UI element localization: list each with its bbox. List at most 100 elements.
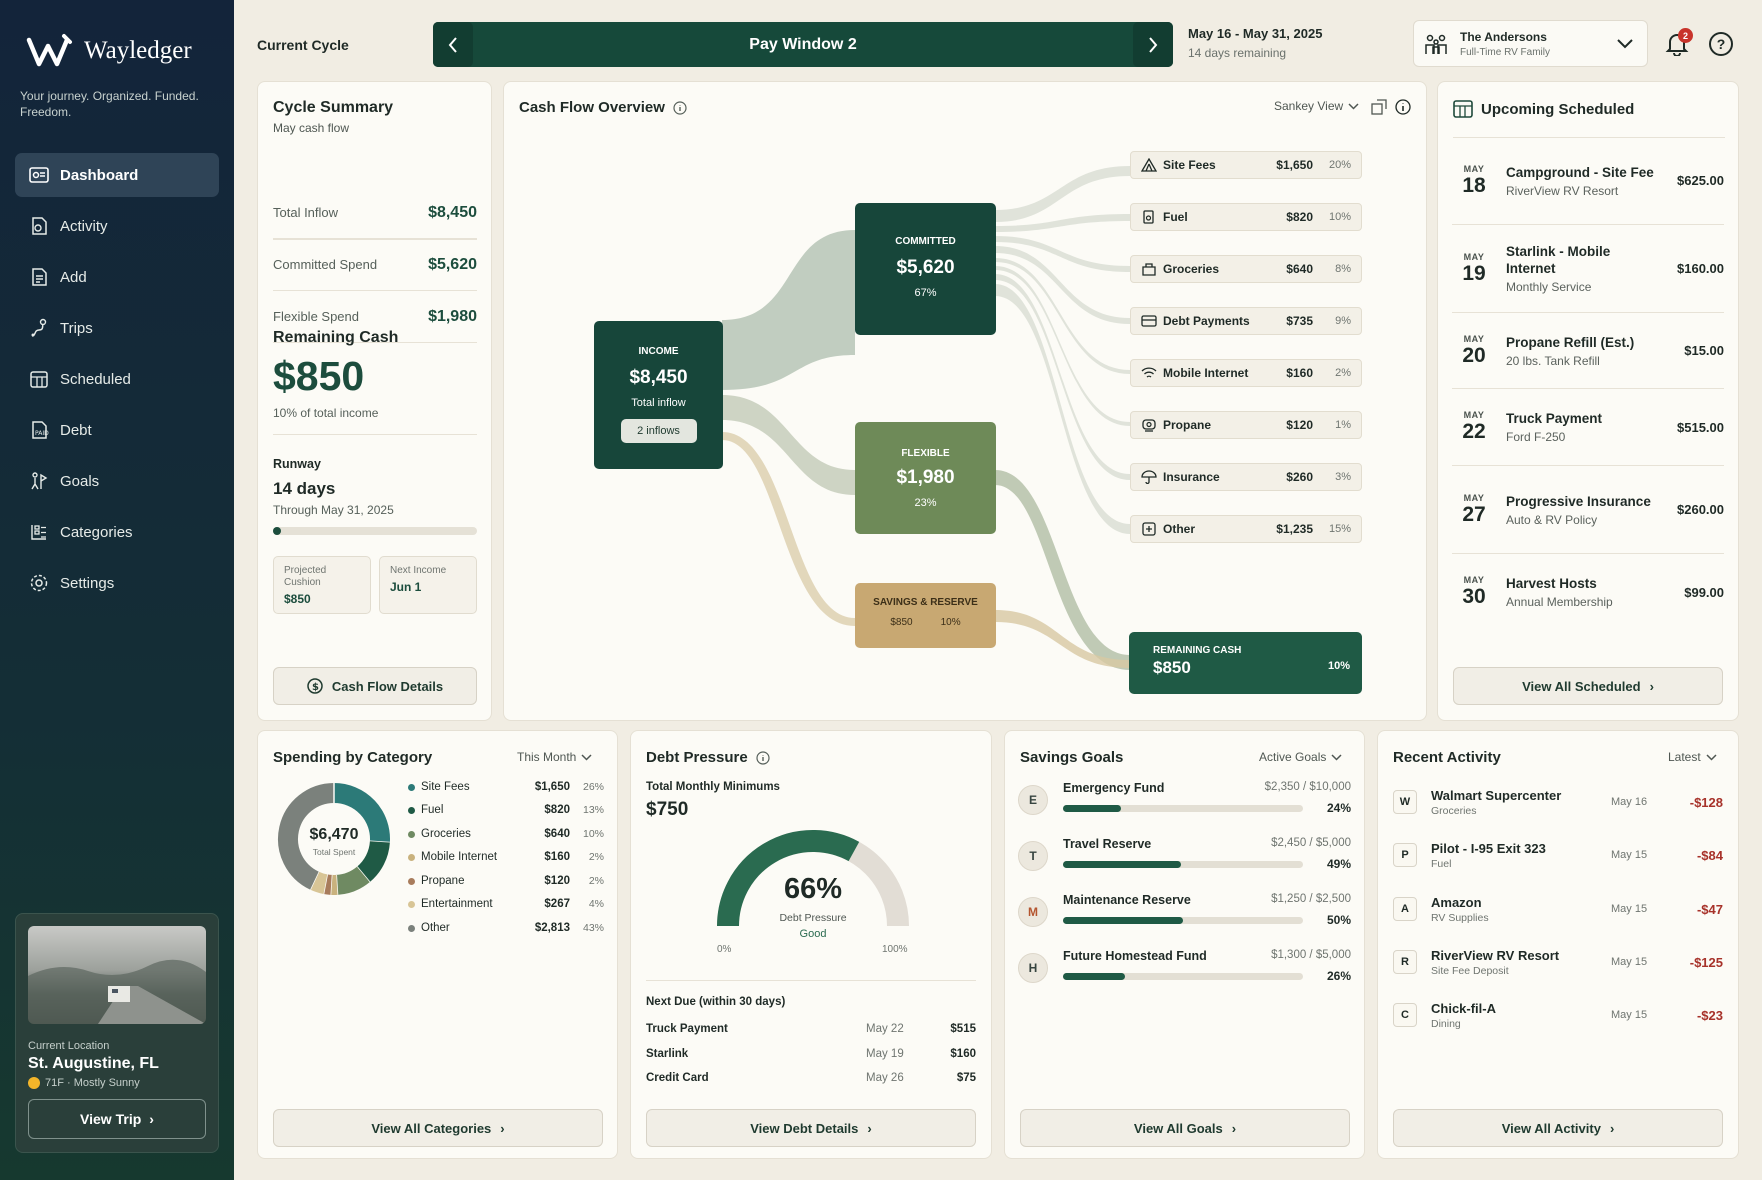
- scheduled-item[interactable]: MAY 18 Campground - Site Fee RiverView RV …: [1452, 137, 1724, 225]
- info-icon[interactable]: [756, 750, 770, 765]
- sankey-node-committed[interactable]: COMMITTED $5,620 67%: [855, 203, 996, 335]
- view-all-categories-button[interactable]: View All Categories ›: [273, 1109, 603, 1147]
- plus-box-icon: [1142, 522, 1156, 536]
- activity-category: Groceries: [1431, 804, 1477, 817]
- scheduled-sub: Monthly Service: [1506, 280, 1592, 294]
- category-amount: $735: [1286, 314, 1313, 328]
- scheduled-title: Harvest Hosts: [1506, 576, 1597, 591]
- next-due-label: Next Due (within 30 days): [646, 996, 786, 1008]
- sankey-category-propane[interactable]: Propane $120 1%: [1130, 411, 1362, 439]
- legend-amount: $120: [544, 875, 570, 887]
- donut-slice[interactable]: [335, 866, 370, 895]
- activity-filter[interactable]: Latest: [1668, 750, 1717, 764]
- sankey-node-savings[interactable]: SAVINGS & RESERVE $850 10%: [855, 583, 996, 648]
- scheduled-item[interactable]: MAY 22 Truck Payment Ford F-250 $515.00: [1452, 389, 1724, 466]
- activity-amount: -$47: [1696, 901, 1723, 917]
- activity-amount: -$128: [1689, 794, 1723, 810]
- category-name: Other: [1163, 522, 1196, 536]
- gauge-min: 0%: [717, 944, 732, 955]
- scheduled-item[interactable]: MAY 20 Propane Refill (Est.) 20 lbs. Tank …: [1452, 313, 1724, 389]
- goal-avatar: T: [1018, 841, 1048, 871]
- scheduled-day: 20: [1462, 343, 1486, 367]
- debt-pressure-card: Debt Pressure Total Monthly Minimums $75…: [630, 730, 992, 1159]
- node-pct: 67%: [914, 287, 937, 299]
- calendar-icon: [1453, 100, 1473, 118]
- goal-avatar: E: [1018, 785, 1048, 815]
- node-pct: 10%: [1327, 660, 1350, 672]
- activity-item[interactable]: P Pilot - I-95 Exit 323 Fuel May 15 -$84: [1393, 833, 1723, 877]
- card-icon: [1141, 315, 1157, 327]
- gauge-max: 100%: [882, 944, 908, 955]
- scheduled-title: Campground - Site Fee: [1506, 164, 1654, 180]
- merchant-avatar: W: [1393, 790, 1417, 814]
- sankey-node-income[interactable]: INCOME $8,450 Total inflow 2 inflows: [594, 321, 723, 469]
- sankey-category-debt-payments[interactable]: Debt Payments $735 9%: [1130, 307, 1362, 335]
- view-all-scheduled-button[interactable]: View All Scheduled ›: [1453, 667, 1723, 705]
- sankey-category-groceries[interactable]: Groceries $640 8%: [1130, 255, 1362, 283]
- scheduled-item[interactable]: MAY 27 Progressive Insurance Auto & RV Pol…: [1452, 466, 1724, 554]
- due-row[interactable]: Truck Payment May 22 $515: [646, 1023, 976, 1035]
- legend-row: Propane $120 2%: [408, 873, 604, 889]
- scheduled-day: 18: [1462, 173, 1486, 197]
- goal-progress: [1063, 973, 1303, 980]
- activity-category: RV Supplies: [1431, 911, 1489, 924]
- scheduled-day: 30: [1462, 585, 1486, 608]
- chevron-down-icon: [1331, 753, 1342, 761]
- activity-item[interactable]: C Chick-fil-A Dining May 15 -$23: [1393, 993, 1723, 1037]
- goal-item[interactable]: H Future Homestead Fund $1,300 / $5,000 26%: [1018, 949, 1351, 999]
- sankey-category-fuel[interactable]: Fuel $820 10%: [1130, 203, 1362, 231]
- due-date: May 19: [866, 1048, 904, 1060]
- goal-pct: 24%: [1326, 801, 1351, 815]
- sankey-category-other[interactable]: Other $1,235 15%: [1130, 515, 1362, 543]
- goals-filter[interactable]: Active Goals: [1259, 750, 1342, 764]
- view-debt-details-label: View Debt Details: [750, 1120, 859, 1136]
- sankey-category-insurance[interactable]: Insurance $260 3%: [1130, 463, 1362, 491]
- flow-income-savings: [722, 432, 855, 626]
- inflows-pill[interactable]: 2 inflows: [620, 419, 697, 443]
- sankey-category-mobile-internet[interactable]: Mobile Internet $160 2%: [1130, 359, 1362, 387]
- goal-item[interactable]: E Emergency Fund $2,350 / $10,000 24%: [1018, 781, 1351, 831]
- view-all-goals-button[interactable]: View All Goals ›: [1020, 1109, 1350, 1147]
- scheduled-item[interactable]: MAY 19 Starlink - Mobile Internet Monthly …: [1452, 225, 1724, 313]
- due-amount: $515: [950, 1023, 976, 1035]
- flow-income-committed: [722, 230, 855, 390]
- activity-item[interactable]: W Walmart Supercenter Groceries May 16 -$128: [1393, 780, 1723, 824]
- activity-item[interactable]: R RiverView RV Resort Site Fee Deposit May …: [1393, 940, 1723, 984]
- category-pct: 15%: [1328, 523, 1351, 535]
- node-pct: 10%: [940, 617, 961, 628]
- category-amount: $640: [1286, 262, 1313, 276]
- due-row[interactable]: Credit Card May 26 $75: [646, 1072, 976, 1084]
- scheduled-item[interactable]: MAY 30 Harvest Hosts Annual Membership $99…: [1452, 554, 1724, 630]
- activity-item[interactable]: A Amazon RV Supplies May 15 -$47: [1393, 887, 1723, 931]
- donut-slice[interactable]: [310, 871, 328, 895]
- legend-pct: 13%: [582, 804, 604, 816]
- scheduled-month: MAY: [1463, 163, 1485, 174]
- goal-progress: [1063, 861, 1303, 868]
- scheduled-sub: RiverView RV Resort: [1506, 183, 1619, 198]
- activity-amount: -$125: [1689, 954, 1723, 970]
- view-debt-details-button[interactable]: View Debt Details ›: [646, 1109, 976, 1147]
- legend-amount: $160: [544, 851, 570, 863]
- sankey-node-flexible[interactable]: FLEXIBLE $1,980 23%: [855, 422, 996, 534]
- legend-name: Fuel: [421, 804, 444, 816]
- goal-avatar: H: [1018, 953, 1048, 983]
- donut-slice[interactable]: [323, 874, 332, 895]
- scheduled-sub: Annual Membership: [1506, 595, 1613, 609]
- legend-dot: [408, 853, 415, 861]
- due-amount: $75: [956, 1072, 976, 1084]
- sankey-node-remaining[interactable]: REMAINING CASH $850 10%: [1129, 632, 1362, 694]
- scheduled-month: MAY: [1463, 410, 1485, 420]
- category-pct: 20%: [1328, 159, 1351, 171]
- goal-item[interactable]: M Maintenance Reserve $1,250 / $2,500 50%: [1018, 893, 1351, 943]
- category-pct: 3%: [1335, 471, 1351, 483]
- legend-pct: 2%: [588, 875, 604, 887]
- debt-min-label: Total Monthly Minimums: [646, 781, 780, 793]
- goal-item[interactable]: T Travel Reserve $2,450 / $5,000 49%: [1018, 837, 1351, 887]
- spending-filter[interactable]: This Month: [517, 750, 592, 764]
- sankey-category-site-fees[interactable]: Site Fees $1,650 20%: [1130, 151, 1362, 179]
- merchant-avatar: C: [1393, 1003, 1417, 1027]
- legend-pct: 26%: [582, 781, 604, 793]
- due-row[interactable]: Starlink May 19 $160: [646, 1048, 976, 1060]
- node-sub: Total inflow: [631, 397, 686, 409]
- view-all-activity-button[interactable]: View All Activity ›: [1393, 1109, 1723, 1147]
